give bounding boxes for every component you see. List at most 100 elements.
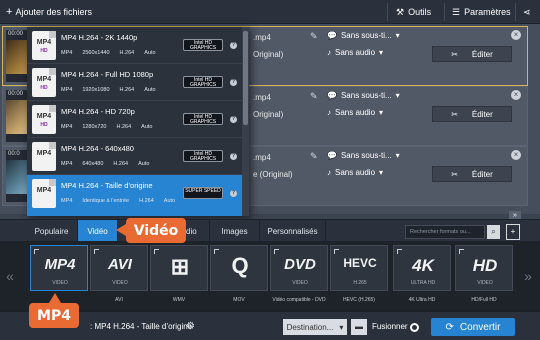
format-tile-mov[interactable]: Q [210,245,268,291]
preset-item[interactable]: MP4 HD MP4 H.264 - 2K 1440p MP4 2560x1440 H… [27,27,242,64]
chevron-down-icon: ▾ [379,168,384,177]
help-icon[interactable]: ? [230,153,237,160]
chevron-down-icon: ▾ [395,91,400,100]
tools-button[interactable]: ⚒ Outils [396,0,431,24]
chevron-down-icon: ▾ [379,108,384,117]
format-label: HD/Full HD [471,297,497,303]
toolbar-divider [444,3,445,21]
audio-icon: ♪ [327,168,331,177]
subtitles-dropdown[interactable]: 💬 Sans sous-ti... ▾ [327,31,400,40]
help-icon[interactable]: ? [230,42,237,49]
search-icon[interactable]: ⌕ [487,225,500,239]
mp4-file-icon: MP4 HD [32,31,56,60]
close-icon[interactable]: × [511,30,521,40]
edit-button[interactable]: ✂ Éditer [432,166,512,182]
add-custom-format-button[interactable]: + [506,224,520,240]
toolbar-divider [515,3,516,21]
format-search-input[interactable]: Rechercher formats ou... [405,225,485,239]
preset-dropdown: MP4 HD MP4 H.264 - 2K 1440p MP4 2560x1440 H… [27,27,249,216]
scroll-right-icon[interactable]: » [518,241,538,311]
format-original: Original) [253,110,284,119]
format-label: MOV [233,297,245,303]
duration-label: 00:00 [8,91,24,97]
toolbar-divider [387,3,388,21]
preset-title: MP4 H.264 - 640x480 [61,144,134,153]
intel-hd-badge: Intel HD GRAPHICS [183,113,223,125]
destination-dropdown[interactable]: Destination... ▾ [283,319,347,335]
pencil-icon[interactable]: ✎ [310,151,318,162]
mp4-file-icon: MP4 HD [32,68,56,97]
format-label: 4K Ultra HD [408,297,436,303]
pencil-icon[interactable]: ✎ [310,31,318,42]
preset-meta: MP4 640x480 H.264 Auto [61,161,150,167]
menu-icon: ☰ [452,6,461,17]
format-tile-wmv[interactable]: ⊞ [150,245,208,291]
tab-audio[interactable]: dio [186,220,210,242]
preset-item[interactable]: MP4 HD MP4 H.264 - HD 720p MP4 1280x720 H.2… [27,101,242,138]
edit-button[interactable]: ✂ Éditer [432,46,512,62]
folder-icon[interactable]: ▬ [351,319,367,335]
settings-button[interactable]: ☰ Paramètres [452,0,511,24]
close-icon[interactable]: × [511,150,521,160]
duration-label: 00:00 [8,31,24,37]
merge-toggle[interactable] [410,323,419,332]
preset-item[interactable]: MP4 HD MP4 H.264 - Full HD 1080p MP4 1920x… [27,64,242,101]
help-icon[interactable]: ? [230,79,237,86]
audio-label: Sans audio [335,108,376,117]
format-tile-hd[interactable]: HD VIDEO [455,245,513,291]
share-button[interactable]: ⋖ [523,0,531,24]
audio-dropdown[interactable]: ♪ Sans audio ▾ [327,108,383,117]
preset-meta: MP4 1920x1080 H.264 Auto [61,87,156,93]
audio-icon: ♪ [327,48,331,57]
convert-button[interactable]: ⟳ Convertir [431,318,515,336]
dropdown-scrollbar[interactable] [242,27,249,216]
tools-label: Outils [408,7,432,17]
video-callout: Vidéo [116,218,186,243]
format-tile-mp4[interactable]: MP4 VIDEO [30,245,88,291]
intel-hd-badge: Intel HD GRAPHICS [183,150,223,162]
format-tile-dvd[interactable]: DVD VIDEO [270,245,328,291]
edit-label: Éditer [471,49,493,59]
mp4-file-icon: MP4 [32,179,56,208]
tab-popular[interactable]: Populaire [26,220,78,242]
add-files-button[interactable]: + Ajouter des fichiers [6,0,92,24]
format-label: Vidéo compatible - DVD [272,297,326,303]
subtitles-icon: 💬 [327,31,337,40]
output-format-label: : MP4 H.264 - Taille d’origine [90,322,193,331]
pencil-icon[interactable]: ✎ [310,91,318,102]
tab-video[interactable]: Vidéo [78,220,118,242]
chevron-down-icon: ▾ [395,151,400,160]
format-tile-4k[interactable]: 4K ULTRA HD [393,245,451,291]
format-name: .mp4 [253,93,271,102]
mp4-file-icon: MP4 HD [32,105,56,134]
gear-icon[interactable]: ⚙ [186,321,195,332]
audio-dropdown[interactable]: ♪ Sans audio ▾ [327,168,383,177]
preset-item[interactable]: MP4 MP4 H.264 - 640x480 MP4 640x480 H.264 A… [27,138,242,175]
subtitles-label: Sans sous-ti... [340,151,392,160]
help-icon[interactable]: ? [230,116,237,123]
subtitles-label: Sans sous-ti... [340,31,392,40]
preset-meta: MP4 2560x1440 H.264 Auto [61,50,156,56]
tab-images[interactable]: Images [210,220,260,242]
edit-button[interactable]: ✂ Éditer [432,106,512,122]
format-tile-hevc[interactable]: HEVC H.265 [330,245,388,291]
top-toolbar: + Ajouter des fichiers ⚒ Outils ☰ Paramè… [0,0,540,24]
close-icon[interactable]: × [511,90,521,100]
audio-dropdown[interactable]: ♪ Sans audio ▾ [327,48,383,57]
bottom-bar: : MP4 H.264 - Taille d’origine ⚙ Destina… [0,311,540,340]
tab-custom[interactable]: Personnalisés [260,220,326,242]
chevron-down-icon: ▾ [339,322,344,332]
convert-label: Convertir [459,321,501,333]
plus-icon: + [6,6,13,18]
subtitles-dropdown[interactable]: 💬 Sans sous-ti... ▾ [327,151,400,160]
scroll-left-icon[interactable]: « [0,241,20,311]
windows-icon: ⊞ [170,254,190,279]
audio-icon: ♪ [327,108,331,117]
scrollbar-thumb[interactable] [243,31,248,125]
help-icon[interactable]: ? [230,190,237,197]
format-tile-avi[interactable]: AVI VIDEO [90,245,148,291]
preset-item-selected[interactable]: MP4 MP4 H.264 - Taille d’origine MP4 Iden… [27,175,242,216]
edit-label: Éditer [471,109,493,119]
format-label: HEVC (H.265) [343,297,375,303]
subtitles-dropdown[interactable]: 💬 Sans sous-ti... ▾ [327,91,400,100]
